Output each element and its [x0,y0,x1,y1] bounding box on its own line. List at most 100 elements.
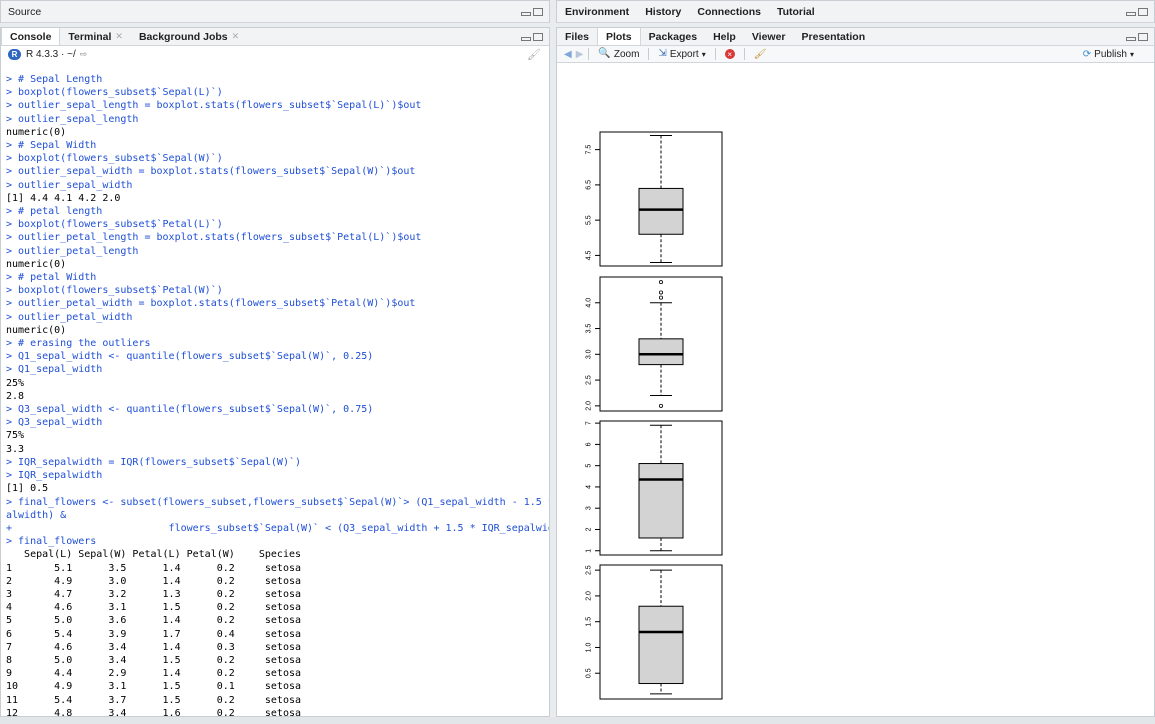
maximize-icon[interactable] [533,7,543,16]
console-output[interactable]: > # Sepal Length > boxplot(flowers_subset… [1,73,549,716]
console-tabbar: Console Terminal ✕ Background Jobs ✕ [1,28,549,46]
clear-console-icon[interactable]: 🖌 [527,48,541,61]
console-command-line: > # erasing the outliers [6,338,151,350]
console-output-line: 1 5.1 3.5 1.4 0.2 setosa [6,562,302,574]
y-tick-label: 4.0 [586,298,593,308]
y-tick-label: 1.0 [586,642,593,652]
tab-label: Background Jobs [138,30,228,43]
publish-button[interactable]: ⟳ Publish ▾ [1077,49,1140,60]
y-tick-label: 7.5 [586,145,593,155]
tab-label: Presentation [801,30,866,43]
console-command-line: > boxplot(flowers_subset$`Sepal(W)`) [6,153,223,165]
tab-files[interactable]: Files [557,28,597,45]
console-output-line: 3.3 [6,443,25,455]
outlier-point [659,280,664,285]
console-command-line: > Q1_sepal_width [6,364,103,376]
y-tick-label: 7 [586,421,593,425]
tab-background-jobs[interactable]: Background Jobs ✕ [131,28,247,45]
console-output-line: 75% [6,430,25,442]
plots-window-controls[interactable] [1126,32,1148,41]
maximize-icon[interactable] [1138,32,1148,41]
source-window-controls[interactable] [521,7,543,16]
tab-help[interactable]: Help [705,28,744,45]
maximize-icon[interactable] [533,32,543,41]
tab-environment[interactable]: Environment [557,1,637,22]
console-window-controls[interactable] [521,32,543,41]
tab-packages[interactable]: Packages [641,28,705,45]
broom-icon: 🖌 [753,48,767,60]
clear-plots-button[interactable]: 🖌 [748,49,773,60]
console-output-line: 6 5.4 3.9 1.7 0.4 setosa [6,628,302,640]
environment-window-controls[interactable] [1126,7,1148,16]
go-to-directory-icon[interactable]: ⇨ [80,49,88,60]
box-iqr [638,338,684,366]
tab-label: Plots [605,30,632,43]
outlier-point [659,295,664,300]
export-icon: ⇲ [658,48,667,59]
remove-plot-button[interactable]: × [719,49,741,59]
console-command-line: > # petal length [6,206,103,218]
console-command-line: > Q3_sepal_width [6,417,103,429]
magnifier-icon: 🔍 [598,48,611,59]
console-command-line: > IQR_sepalwidth [6,470,103,482]
console-output-line: 10 4.9 3.1 1.5 0.1 setosa [6,681,302,693]
y-tick-label: 2.0 [586,591,593,601]
tab-label: Viewer [751,30,786,43]
console-output-line: [1] 4.4 4.1 4.2 2.0 [6,192,121,204]
outlier-point [659,290,664,295]
maximize-icon[interactable] [1138,7,1148,16]
outlier-point [659,403,664,408]
tab-label: Terminal [68,30,112,43]
console-command-line: > boxplot(flowers_subset$`Petal(W)`) [6,285,223,297]
close-icon[interactable]: ✕ [232,31,240,42]
publish-icon: ⟳ [1082,48,1092,60]
console-command-line: > # Sepal Length [6,74,103,85]
console-output-line: numeric(0) [6,258,67,270]
chevron-down-icon: ▾ [1129,49,1134,59]
console-command-line: > outlier_petal_length = boxplot.stats(f… [6,232,422,244]
toolbar-divider [648,48,650,60]
tab-connections[interactable]: Connections [689,1,769,22]
tab-history[interactable]: History [637,1,689,22]
forward-arrow-icon[interactable]: ▶ [574,49,586,60]
bottom-status-strip [0,717,1155,724]
minimize-icon[interactable] [1126,36,1136,41]
tab-label: Files [565,30,589,43]
console-command-line: + flowers_subset$`Sepal(W)` < (Q3_sepal_… [6,522,549,534]
box-iqr [638,463,684,539]
tab-presentation[interactable]: Presentation [794,28,874,45]
y-tick-label: 5.5 [586,215,593,225]
zoom-button[interactable]: 🔍 Zoom [592,49,645,60]
console-output-line: 5 5.0 3.6 1.4 0.2 setosa [6,615,302,627]
console-infobar: R R 4.3.3 · ~/ ⇨ 🖌 [1,46,549,63]
chevron-down-icon: ▾ [701,49,706,59]
console-command-line: > outlier_sepal_width [6,179,133,191]
close-icon[interactable]: ✕ [115,31,123,42]
tab-terminal[interactable]: Terminal ✕ [60,28,131,45]
box-iqr [638,605,684,685]
minimize-icon[interactable] [521,36,531,41]
tab-console[interactable]: Console [1,28,61,45]
console-output-line: 9 4.4 2.9 1.4 0.2 setosa [6,668,302,680]
y-tick-label: 2.0 [586,401,593,411]
minimize-icon[interactable] [1126,11,1136,16]
console-command-line: > outlier_sepal_length [6,113,139,125]
box-iqr [638,187,684,235]
toolbar-divider [743,48,745,60]
export-button[interactable]: ⇲ Export ▾ [652,49,711,60]
y-tick-label: 2.5 [586,375,593,385]
console-output-line: 25% [6,377,25,389]
console-command-line: > boxplot(flowers_subset$`Sepal(L)`) [6,87,223,99]
minimize-icon[interactable] [521,11,531,16]
back-arrow-icon[interactable]: ◀ [557,49,574,60]
tab-tutorial[interactable]: Tutorial [769,1,823,22]
tab-plots[interactable]: Plots [596,28,641,45]
console-command-line: > final_flowers [6,536,97,548]
r-version-label: R 4.3.3 · ~/ [26,49,76,60]
console-output-line: 7 4.6 3.4 1.4 0.3 setosa [6,641,302,653]
tab-viewer[interactable]: Viewer [744,28,794,45]
y-tick-label: 2.5 [586,565,593,575]
console-output-line: 12 4.8 3.4 1.6 0.2 setosa [6,707,302,716]
console-command-line: > outlier_petal_length [6,245,139,257]
source-pane-header[interactable]: Source [1,1,549,23]
